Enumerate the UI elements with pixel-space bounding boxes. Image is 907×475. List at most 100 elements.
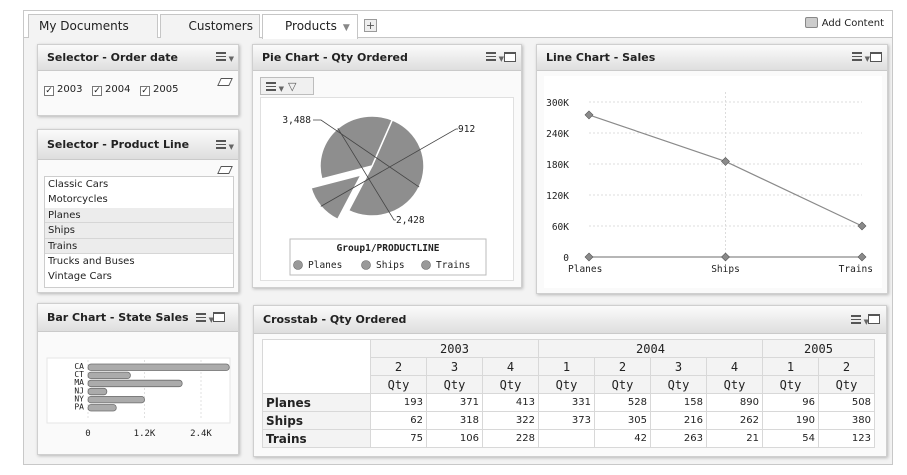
x-tick-label: 2.4K (190, 429, 212, 439)
y-tick-label: 240K (546, 129, 569, 140)
add-content-icon (804, 17, 818, 28)
crosstab-cell: 413 (482, 393, 539, 412)
list-item[interactable]: Trucks and Buses (45, 254, 233, 269)
panel-menu-icon[interactable]: ▼ (852, 52, 870, 63)
tab-label: Customers (188, 19, 253, 33)
crosstab-cell: 21 (706, 429, 763, 448)
tab-customers[interactable]: Customers (160, 14, 260, 38)
crosstab-cell: 262 (706, 411, 763, 430)
crosstab-cell: 54 (762, 429, 819, 448)
x-tick-label: Ships (711, 264, 740, 275)
crosstab-measure-header: Qty (706, 375, 763, 394)
crosstab-cell: 508 (818, 393, 875, 412)
list-item[interactable]: Vintage Cars (45, 269, 233, 284)
crosstab-cell: 373 (538, 411, 595, 430)
crosstab-quarter-header: 3 (426, 357, 483, 376)
pie-data-label: 912 (458, 124, 475, 135)
tab-bar: My Documents Customers Products ▼ + Add C… (24, 11, 892, 39)
crosstab-year-header: 2004 (538, 339, 763, 358)
crosstab-measure-header: Qty (594, 375, 651, 394)
checkbox-label: 2005 (153, 84, 179, 95)
crosstab-quarter-header: 1 (762, 357, 819, 376)
crosstab-quarter-header: 4 (706, 357, 763, 376)
crosstab-measure-header: Qty (426, 375, 483, 394)
year-checkbox-2005[interactable]: ✓ 2005 (140, 84, 178, 96)
tab-label: My Documents (39, 19, 129, 33)
maximize-icon[interactable] (213, 312, 225, 322)
year-checkbox-2003[interactable]: ✓ 2003 (44, 84, 82, 96)
crosstab-cell: 190 (762, 411, 819, 430)
crosstab-cell: 158 (650, 393, 707, 412)
checkbox-label: 2003 (57, 84, 83, 95)
legend-entry: Trains (436, 260, 470, 271)
year-checkbox-2004[interactable]: ✓ 2004 (92, 84, 130, 96)
product-line-list: Classic Cars Motorcycles Planes Ships Tr… (44, 176, 234, 288)
bar-pa (87, 404, 117, 412)
legend-swatch-icon (361, 260, 371, 270)
clear-selection-icon[interactable] (217, 166, 233, 174)
pie-data-label: 2,428 (396, 215, 425, 226)
crosstab-cell: 263 (650, 429, 707, 448)
tab-my-documents[interactable]: My Documents (28, 14, 158, 38)
list-item[interactable]: Classic Cars (45, 177, 233, 192)
panel-menu-icon[interactable]: ▼ (851, 315, 869, 326)
crosstab-measure-header: Qty (762, 375, 819, 394)
panel-menu-icon[interactable]: ▼ (216, 52, 234, 63)
tab-products[interactable]: Products ▼ (262, 14, 358, 39)
crosstab-cell: 380 (818, 411, 875, 430)
crosstab-quarter-header: 2 (370, 357, 427, 376)
panel-title: Bar Chart - State Sales (47, 311, 189, 324)
tab-label: Products (285, 19, 337, 33)
crosstab-year-header: 2005 (762, 339, 875, 358)
crosstab-measure-header: Qty (482, 375, 539, 394)
add-content-button[interactable]: Add Content (804, 17, 884, 29)
crosstab-cell: 193 (370, 393, 427, 412)
panel-menu-icon[interactable]: ▼ (216, 140, 234, 151)
crosstab-quarter-header: 4 (482, 357, 539, 376)
new-tab-icon[interactable]: + (364, 19, 377, 32)
crosstab-cell: 123 (818, 429, 875, 448)
panel-menu-icon[interactable]: ▼ (196, 313, 214, 324)
crosstab-quarter-header: 3 (650, 357, 707, 376)
list-item[interactable]: Motorcycles (45, 192, 233, 207)
panel-title: Selector - Order date (47, 51, 178, 64)
crosstab-year-header: 2003 (370, 339, 539, 358)
crosstab-cell: 96 (762, 393, 819, 412)
panel-header: Selector - Product Line ▼ (38, 130, 238, 160)
list-item[interactable]: Trains (45, 238, 233, 254)
pie-data-label: 3,488 (282, 115, 311, 126)
pie-legend-title: Group1/PRODUCTLINE (337, 243, 440, 254)
table-row: Ships 62 318 322 373 305 216 262 190 380 (262, 411, 875, 430)
crosstab-row-header: Planes (262, 393, 371, 412)
crosstab-cell: 62 (370, 411, 427, 430)
crosstab-measure-header: Qty (538, 375, 595, 394)
bar-nj (87, 387, 108, 396)
crosstab-quarter-header: 2 (818, 357, 875, 376)
panel-header: Selector - Order date ▼ (38, 45, 238, 71)
panel-header: Bar Chart - State Sales ▼ (38, 304, 238, 332)
crosstab-quarter-header: 1 (538, 357, 595, 376)
crosstab-cell: 106 (426, 429, 483, 448)
clear-selection-icon[interactable] (217, 78, 233, 86)
list-item[interactable]: Planes (45, 207, 233, 224)
add-content-label: Add Content (821, 18, 884, 29)
crosstab-row-header: Ships (262, 411, 371, 430)
checkbox-icon: ✓ (140, 86, 150, 96)
x-tick-label: 1.2K (134, 429, 156, 439)
crosstab-cell (538, 429, 595, 448)
line-chart: 0 60K 120K 180K 240K 300K Planes Ships Trains (544, 76, 882, 288)
panel-header: Line Chart - Sales ▼ (537, 45, 887, 71)
line-plot-background (544, 76, 882, 288)
crosstab-table: 2003 2004 2005 2 3 4 1 2 3 4 1 2 Qty Qty Qty Qty Qty Qty Q… (262, 339, 875, 448)
list-item[interactable]: Ships (45, 223, 233, 239)
crosstab-cell: 216 (650, 411, 707, 430)
y-tick-label: PA (74, 403, 84, 412)
maximize-icon[interactable] (870, 52, 882, 62)
panel-title: Line Chart - Sales (546, 51, 656, 64)
panel-title: Crosstab - Qty Ordered (263, 313, 407, 326)
chevron-down-icon[interactable]: ▼ (343, 23, 350, 33)
maximize-icon[interactable] (868, 314, 880, 324)
checkbox-icon: ✓ (44, 86, 54, 96)
table-row: Trains 75 106 228 42 263 21 54 123 (262, 429, 875, 448)
crosstab-cell: 305 (594, 411, 651, 430)
